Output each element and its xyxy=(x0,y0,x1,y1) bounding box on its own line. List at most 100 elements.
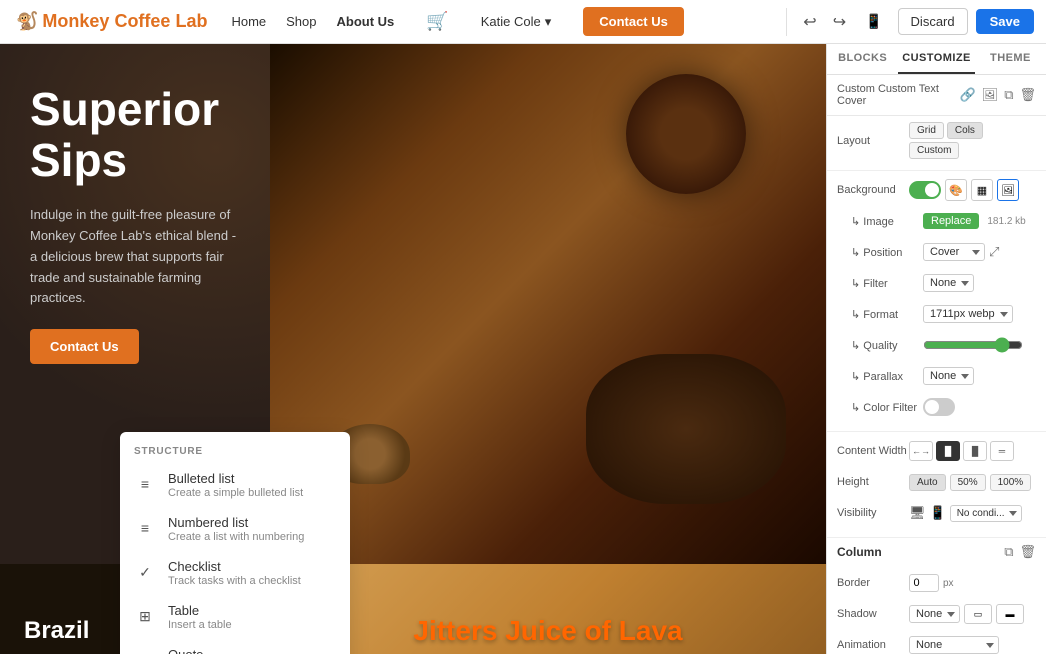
tab-blocks[interactable]: BLOCKS xyxy=(827,44,898,74)
mobile-device-button[interactable]: 📱 xyxy=(858,9,889,34)
tab-theme[interactable]: THEME xyxy=(975,44,1046,74)
checklist-desc: Track tasks with a checklist xyxy=(168,575,301,587)
layout-grid-btn[interactable]: Grid xyxy=(909,122,944,139)
animation-controls: None xyxy=(909,636,1036,654)
shadow-row: Shadow None ▭ ▬ xyxy=(837,601,1036,627)
mobile-visible-icon[interactable]: 📱 xyxy=(930,505,946,521)
parallax-row: ↳ Parallax None xyxy=(837,363,1036,389)
border-input[interactable] xyxy=(909,574,939,592)
column-delete-icon[interactable]: 🗑 xyxy=(1019,544,1036,560)
column-copy-icon[interactable]: ⧉ xyxy=(1004,544,1013,560)
shadow-style-2[interactable]: ▬ xyxy=(996,604,1024,624)
visibility-row: Visibility 🖥 📱 No condi... xyxy=(837,500,1036,526)
top-bar: 🐒 Monkey Coffee Lab Home Shop About Us 🛒… xyxy=(0,0,1046,44)
color-filter-row: ↳ Color Filter xyxy=(837,394,1036,420)
filter-select[interactable]: None xyxy=(923,274,974,292)
nav-left: 🐒 Monkey Coffee Lab Home Shop About Us 🛒… xyxy=(0,7,786,36)
shadow-label: Shadow xyxy=(837,608,909,620)
position-expand-icon[interactable]: ⤢ xyxy=(989,244,999,260)
copy-icon[interactable]: ⧉ xyxy=(1004,87,1013,103)
table-icon: ⊞ xyxy=(134,605,156,627)
position-select[interactable]: Cover Contain Fill xyxy=(923,243,985,261)
nav-controls: ↩ ↪ 📱 Discard Save xyxy=(786,8,1046,36)
visibility-label: Visibility xyxy=(837,507,909,519)
bg-gradient-icon[interactable]: ▦ xyxy=(971,179,993,201)
height-100-btn[interactable]: 100% xyxy=(990,474,1032,491)
content-width-row: Content Width ←→ ▐▌ ▐▌ ═ xyxy=(837,438,1036,464)
bg-image-icon[interactable]: 🖼 xyxy=(997,179,1019,201)
nav-home[interactable]: Home xyxy=(231,14,266,29)
animation-row: Animation None xyxy=(837,632,1036,654)
animation-label: Animation xyxy=(837,639,909,651)
color-filter-controls xyxy=(923,398,1036,416)
visibility-condition-select[interactable]: No condi... xyxy=(950,505,1022,522)
cw-center-icon[interactable]: ▐▌ xyxy=(936,441,960,461)
layout-custom-btn[interactable]: Custom xyxy=(909,142,959,159)
content-width-label: Content Width xyxy=(837,445,909,457)
structure-quote[interactable]: ❝ Quote Add a blockquote section xyxy=(120,639,350,654)
content-width-section: Content Width ←→ ▐▌ ▐▌ ═ Height Auto 50%… xyxy=(827,432,1046,538)
redo-button[interactable]: ↪ xyxy=(829,8,850,36)
structure-bulleted-list[interactable]: ≡ Bulleted list Create a simple bulleted… xyxy=(120,463,350,507)
hero-description: Indulge in the guilt-free pleasure of Mo… xyxy=(30,205,240,309)
format-select[interactable]: 1711px webp xyxy=(923,305,1013,323)
border-unit: px xyxy=(943,578,954,589)
shadow-controls: None ▭ ▬ xyxy=(909,604,1036,624)
parallax-label: ↳ Parallax xyxy=(851,370,923,383)
structure-checklist-text: Checklist Track tasks with a checklist xyxy=(168,559,301,587)
undo-button[interactable]: ↩ xyxy=(799,8,820,36)
parallax-select[interactable]: None xyxy=(923,367,974,385)
color-filter-toggle[interactable] xyxy=(923,398,955,416)
nav-about[interactable]: About Us xyxy=(337,14,395,29)
structure-table-text: Table Insert a table xyxy=(168,603,232,631)
background-toggle[interactable] xyxy=(909,181,941,199)
structure-numbered-list[interactable]: ≡ Numbered list Create a list with numbe… xyxy=(120,507,350,551)
cart-icon[interactable]: 🛒 xyxy=(426,11,448,32)
filter-label: ↳ Filter xyxy=(851,277,923,290)
shadow-select[interactable]: None xyxy=(909,605,960,623)
shadow-style-1[interactable]: ▭ xyxy=(964,604,992,624)
animation-select[interactable]: None xyxy=(909,636,999,654)
hero-cta-button[interactable]: Contact Us xyxy=(30,329,139,364)
structure-bulleted-text: Bulleted list Create a simple bulleted l… xyxy=(168,471,303,499)
right-panel: BLOCKS CUSTOMIZE THEME Custom Custom Tex… xyxy=(826,44,1046,654)
coffee-background xyxy=(270,44,826,564)
cw-custom-icon[interactable]: ═ xyxy=(990,441,1014,461)
cw-expand-icon[interactable]: ←→ xyxy=(909,441,933,461)
nav-links: Home Shop About Us xyxy=(231,14,394,29)
numbered-list-desc: Create a list with numbering xyxy=(168,531,304,543)
format-controls: 1711px webp xyxy=(923,305,1036,323)
visibility-controls: 🖥 📱 No condi... xyxy=(909,505,1036,522)
structure-table[interactable]: ⊞ Table Insert a table xyxy=(120,595,350,639)
height-50-btn[interactable]: 50% xyxy=(950,474,986,491)
height-auto-btn[interactable]: Auto xyxy=(909,474,946,491)
file-size: 181.2 kb xyxy=(987,216,1025,227)
delete-icon[interactable]: 🗑 xyxy=(1019,87,1036,103)
nav-shop[interactable]: Shop xyxy=(286,14,316,29)
image-icon[interactable]: 🖼 xyxy=(982,87,999,103)
user-name: Katie Cole xyxy=(481,14,541,29)
bg-color-icon[interactable]: 🎨 xyxy=(945,179,967,201)
layout-section: Layout Grid Cols Custom xyxy=(827,116,1046,171)
table-desc: Insert a table xyxy=(168,619,232,631)
quality-label: ↳ Quality xyxy=(851,339,923,352)
replace-button[interactable]: Replace xyxy=(923,213,979,229)
discard-button[interactable]: Discard xyxy=(898,8,968,35)
background-label: Background xyxy=(837,184,909,196)
layout-cols-btn[interactable]: Cols xyxy=(947,122,983,139)
contact-button[interactable]: Contact Us xyxy=(583,7,684,36)
tab-customize[interactable]: CUSTOMIZE xyxy=(898,44,975,74)
save-button[interactable]: Save xyxy=(976,9,1034,34)
user-button[interactable]: Katie Cole ▾ xyxy=(481,14,552,30)
filter-controls: None xyxy=(923,274,1036,292)
toggle-knob xyxy=(925,183,939,197)
height-row: Height Auto 50% 100% xyxy=(837,469,1036,495)
desktop-visible-icon[interactable]: 🖥 xyxy=(909,505,926,521)
bulleted-list-name: Bulleted list xyxy=(168,471,303,486)
structure-checklist[interactable]: ✓ Checklist Track tasks with a checklist xyxy=(120,551,350,595)
link-icon[interactable]: 🔗 xyxy=(959,87,975,103)
quality-slider[interactable] xyxy=(923,337,1023,353)
border-row: Border px xyxy=(837,570,1036,596)
cw-narrow-icon[interactable]: ▐▌ xyxy=(963,441,987,461)
bottom-right-title: Jitters Juice of Lava xyxy=(413,615,682,647)
